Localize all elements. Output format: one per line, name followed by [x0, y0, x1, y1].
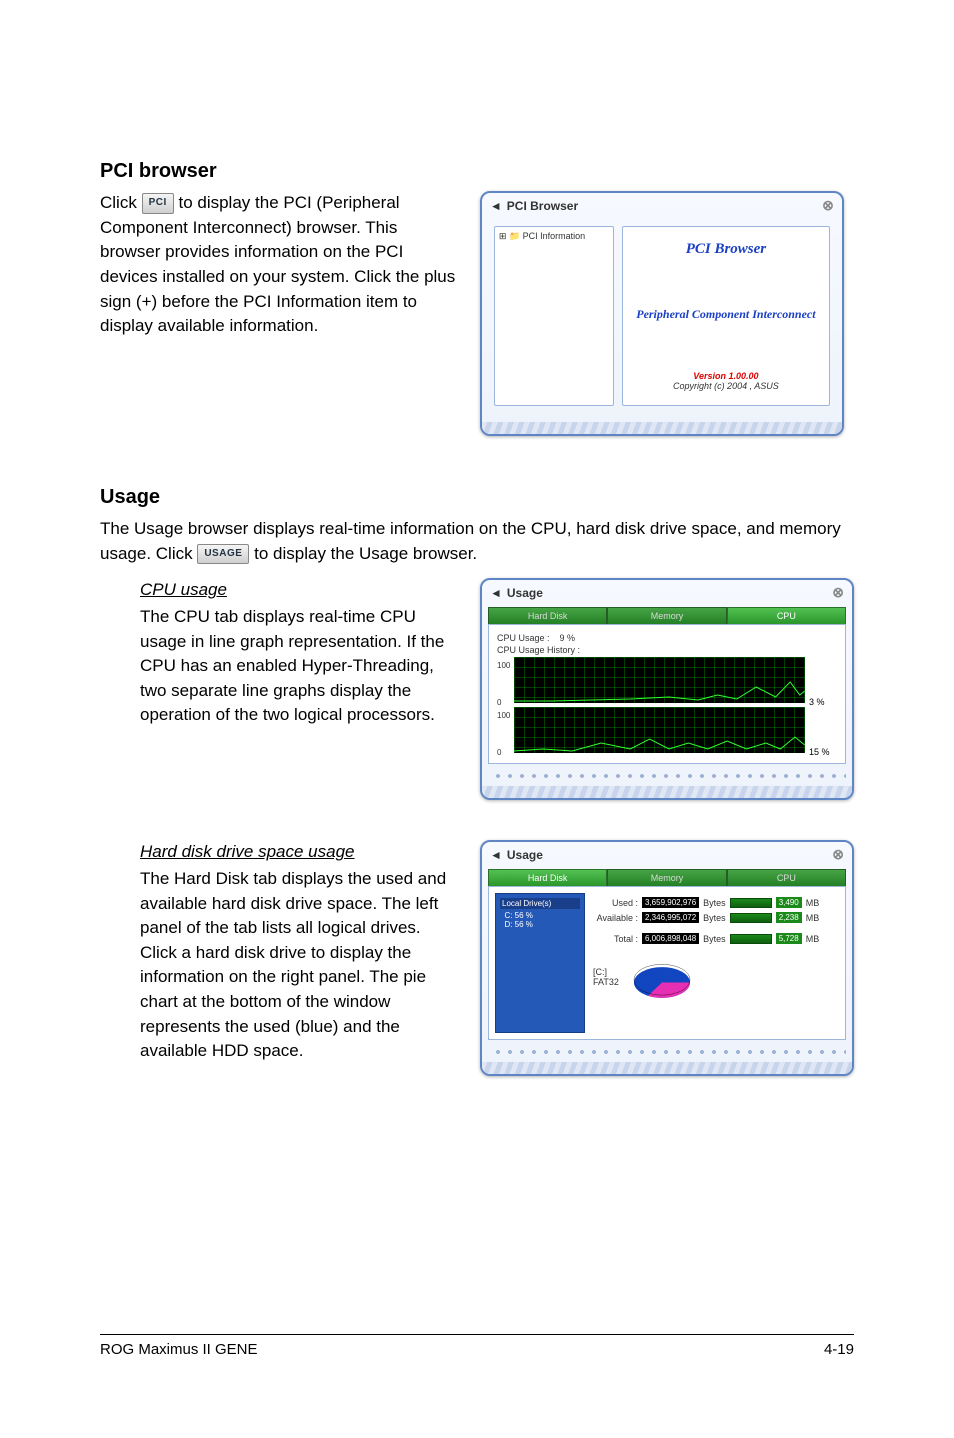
hdd-tree-root: Local Drive(s) [500, 898, 580, 909]
pci-version: Version 1.00.00 [627, 371, 825, 381]
avail-bytes: 2,346,995,072 [642, 912, 699, 923]
window-footer-stripes [482, 422, 842, 434]
avail-label: Available : [593, 913, 638, 923]
pci-para-pre: Click [100, 193, 142, 212]
pci-copyright: Copyright (c) 2004 , ASUS [627, 381, 825, 391]
mb-label: MB [806, 913, 820, 923]
tab-memory: Memory [607, 607, 726, 624]
pci-button-icon: PCI [142, 193, 174, 214]
usage-heading: Usage [100, 486, 854, 509]
footer-left: ROG Maximus II GENE [100, 1341, 258, 1358]
window-footer-dots [488, 1046, 846, 1058]
hdd-drive-tree: Local Drive(s) C: 56 % D: 56 % [495, 893, 585, 1033]
window-footer-stripes [482, 1062, 852, 1074]
mb-label: MB [806, 898, 820, 908]
hdd-tree-c: C: 56 % [500, 911, 580, 920]
tab-cpu: CPU [727, 869, 846, 886]
cpu-graph-2-pct: 15 % [809, 747, 837, 757]
window-footer-dots [488, 770, 846, 782]
avail-mb: 2,238 [776, 912, 802, 923]
usage-window-icon: ◄ [490, 586, 502, 600]
tab-harddisk: Hard Disk [488, 607, 607, 624]
y-0: 0 [497, 748, 510, 757]
tab-memory: Memory [607, 869, 726, 886]
usage-intro-post: to display the Usage browser. [254, 544, 477, 563]
cpu-graph-1-pct: 3 % [809, 697, 837, 707]
used-bytes: 3,659,902,976 [642, 897, 699, 908]
total-label: Total : [593, 934, 638, 944]
pci-tree: ⊞ 📁 PCI Information [494, 226, 614, 406]
usage-window-icon: ◄ [490, 848, 502, 862]
pci-big-title: PCI Browser [627, 241, 825, 258]
tab-cpu: CPU [727, 607, 846, 624]
pci-browser-thumbnail: ◄ PCI Browser ⊗ ⊞ 📁 PCI Information PCI … [480, 191, 844, 436]
y-0: 0 [497, 698, 510, 707]
close-icon: ⊗ [832, 846, 844, 863]
footer-right: 4-19 [824, 1341, 854, 1358]
cpu-graph-1 [514, 657, 805, 703]
cpu-usage-val: 9 % [560, 633, 576, 643]
close-icon: ⊗ [822, 197, 834, 214]
used-mb: 3,490 [776, 897, 802, 908]
used-label: Used : [593, 898, 638, 908]
hdd-fs: FAT32 [593, 977, 619, 987]
pci-window-title: PCI Browser [507, 199, 578, 213]
cpu-usage-thumbnail: ◄ Usage ⊗ Hard Disk Memory CPU CPU Usage… [480, 578, 854, 800]
bytes-label: Bytes [703, 898, 726, 908]
avail-bar [730, 913, 772, 923]
mb-label: MB [806, 934, 820, 944]
total-mb: 5,728 [776, 933, 802, 944]
cpu-history-label: CPU Usage History : [497, 645, 837, 655]
hdd-drive-id: [C:] [593, 967, 619, 977]
y-100: 100 [497, 711, 510, 720]
hdd-tree-d: D: 56 % [500, 920, 580, 929]
used-bar [730, 898, 772, 908]
pci-mid-title: Peripheral Component Interconnect [627, 307, 825, 322]
window-footer-stripes [482, 786, 852, 798]
hdd-pie-chart [627, 954, 697, 1004]
cpu-graph-2 [514, 707, 805, 753]
y-100: 100 [497, 661, 510, 670]
cpu-usage-label: CPU Usage : [497, 633, 550, 643]
usage-button-icon: USAGE [197, 544, 249, 565]
close-icon: ⊗ [832, 584, 844, 601]
pci-window-icon: ◄ [490, 199, 502, 213]
total-bar [730, 934, 772, 944]
pci-heading: PCI browser [100, 160, 854, 183]
tab-harddisk: Hard Disk [488, 869, 607, 886]
usage-window-title: Usage [507, 848, 543, 862]
pci-tree-item: PCI Information [523, 231, 586, 241]
pci-para-post: to display the PCI (Peripheral Component… [100, 193, 455, 335]
hdd-usage-thumbnail: ◄ Usage ⊗ Hard Disk Memory CPU Local Dri… [480, 840, 854, 1076]
total-bytes: 6,006,898,048 [642, 933, 699, 944]
usage-window-title: Usage [507, 586, 543, 600]
bytes-label: Bytes [703, 934, 726, 944]
bytes-label: Bytes [703, 913, 726, 923]
